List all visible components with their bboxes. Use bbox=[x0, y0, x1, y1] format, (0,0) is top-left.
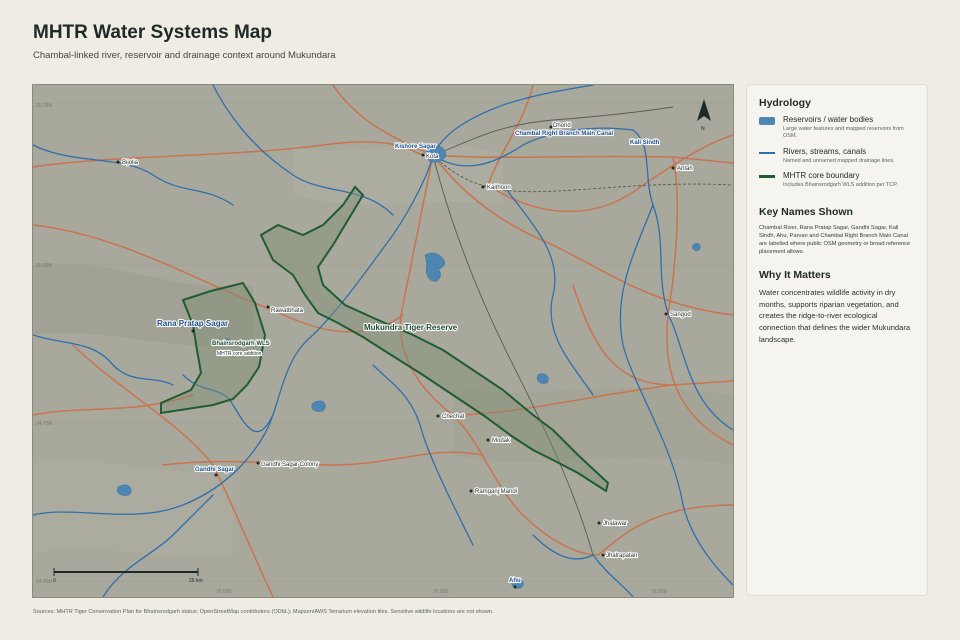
legend-item-desc: Named and unnamed mapped drainage lines. bbox=[783, 157, 895, 164]
place-label: Kota bbox=[426, 154, 439, 160]
place-label: Sangod bbox=[670, 312, 691, 318]
lat-label: 24.50N bbox=[36, 579, 53, 585]
lat-label: 25.25N bbox=[36, 103, 53, 109]
place-label: Kaithoon bbox=[487, 185, 511, 191]
place-label: Rana Pratap Sagar bbox=[157, 319, 228, 328]
place-label: Ramganj Mandi bbox=[475, 489, 517, 495]
reservoir-swatch-icon bbox=[759, 117, 775, 125]
north-label: N bbox=[701, 126, 705, 132]
place-label: Chechat bbox=[442, 414, 465, 420]
page-title: MHTR Water Systems Map bbox=[33, 22, 272, 43]
place-label: Antah bbox=[677, 166, 693, 172]
place-label: Bijolia bbox=[122, 160, 139, 166]
legend-item-desc: Includes Bhainsrodgarh WLS addition per … bbox=[783, 182, 898, 189]
legend-item-desc: Large water features and mapped reservoi… bbox=[783, 126, 904, 140]
page-subtitle: Chambal-linked river, reservoir and drai… bbox=[33, 50, 336, 61]
wls-note: MHTR core addition bbox=[217, 351, 262, 357]
lon-label: 76.00E bbox=[433, 589, 450, 595]
place-label: Gandhi Sagar bbox=[195, 467, 235, 473]
lat-label: 25.00N bbox=[36, 263, 53, 269]
lon-label: 76.50E bbox=[651, 589, 668, 595]
place-label: Modak bbox=[492, 438, 511, 444]
sources-note: Sources: MHTR Tiger Conservation Plan fo… bbox=[33, 609, 494, 615]
lon-label: 75.50E bbox=[216, 589, 233, 595]
place-label: Mukundra Tiger Reserve bbox=[364, 323, 458, 332]
legend-heading: Hydrology bbox=[759, 97, 811, 109]
place-label: Ahu bbox=[509, 578, 521, 584]
map-canvas: 25.25N 25.00N 24.75N 24.50N 75.50E 76.00… bbox=[33, 85, 733, 597]
place-label: Gandhi Sagar Colony bbox=[261, 462, 318, 468]
key-names-text: Chambal River, Rana Pratap Sagar, Gandhi… bbox=[759, 224, 911, 256]
place-label: Jhalrapatan bbox=[606, 553, 637, 559]
scale-start: 0 bbox=[53, 578, 56, 584]
place-label: Bhainsrodgarh WLS bbox=[212, 341, 270, 347]
place-label: Chambal Right Branch Main Canal bbox=[515, 131, 613, 137]
place-label: Kali Sindh bbox=[630, 140, 660, 146]
why-text: Water concentrates wildlife activity in … bbox=[759, 287, 911, 344]
boundary-line-icon bbox=[759, 175, 775, 179]
why-heading: Why It Matters bbox=[759, 268, 831, 281]
place-label: Dhorid bbox=[553, 123, 571, 129]
river-line-icon bbox=[759, 151, 775, 154]
legend-item-core: MHTR core boundary Includes Bhainsrodgar… bbox=[759, 171, 915, 189]
legend-item-reservoirs: Reservoirs / water bodies Large water fe… bbox=[759, 115, 915, 141]
legend-item-label: MHTR core boundary bbox=[783, 171, 860, 181]
legend-item-label: Reservoirs / water bodies bbox=[783, 115, 874, 124]
lat-label: 24.75N bbox=[36, 421, 53, 427]
legend-item-rivers: Rivers, streams, canals Named and unname… bbox=[759, 147, 915, 165]
legend-panel: Hydrology Reservoirs / water bodies Larg… bbox=[746, 84, 928, 596]
place-label: Kishore Sagar bbox=[395, 144, 436, 150]
key-names-heading: Key Names Shown bbox=[759, 205, 853, 218]
scale-end: 25 km bbox=[189, 578, 203, 584]
place-label: Jhalawar bbox=[603, 521, 627, 527]
place-label: Rawatbhata bbox=[271, 308, 304, 314]
legend-item-label: Rivers, streams, canals bbox=[783, 146, 867, 156]
water-systems-map[interactable]: 25.25N 25.00N 24.75N 24.50N 75.50E 76.00… bbox=[32, 84, 734, 598]
